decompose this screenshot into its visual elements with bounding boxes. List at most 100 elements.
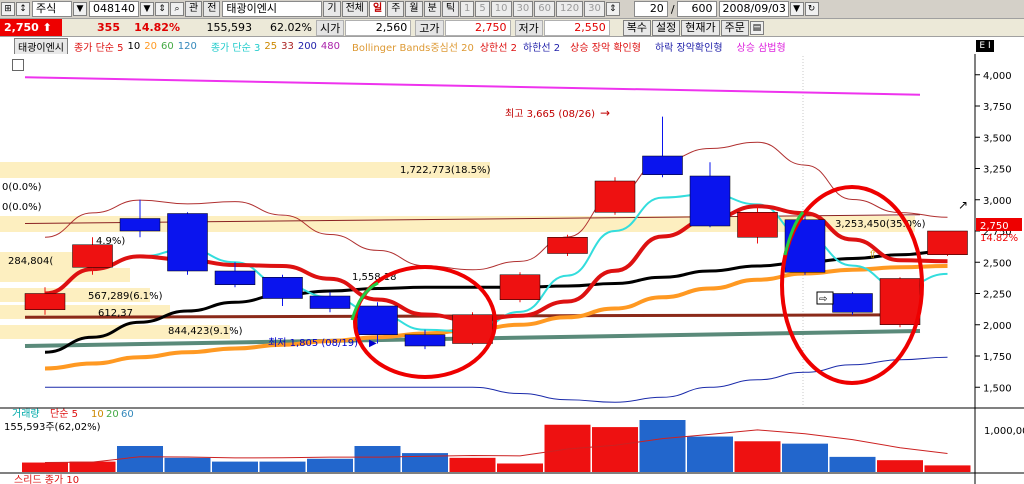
open-value: 2,560 [345,19,412,36]
grid-icon[interactable]: ⊞ [1,2,15,16]
legend-rise-confirm[interactable]: 상승 장악 확인형 [570,39,641,54]
volume-pct: 62.02% [270,21,312,34]
layout-icon[interactable]: ▤ [749,20,764,35]
legend-ma120[interactable]: 120 [178,41,197,52]
slash: / [670,2,675,16]
legend-ma20[interactable]: 20 [144,41,157,52]
price-tick-label: 2,000 [983,321,1012,332]
volume-legend-20[interactable]: 20 [106,409,119,420]
low-annotation: 최저 1,805 (08/19) [268,337,358,349]
total-button[interactable]: 전체 [341,1,369,17]
stock-code-input[interactable]: 048140 [89,1,139,17]
volume-legend-name[interactable]: 거래량 [12,408,40,420]
market-select[interactable]: 주식 [32,1,72,17]
legend-ma25[interactable]: 25 [264,41,277,52]
minute-1[interactable]: 1 [460,1,475,17]
chart-button[interactable]: 관 [185,1,203,17]
minute-30[interactable]: 30 [512,1,534,17]
candle-body [119,218,161,232]
price-tick-label: 3,750 [983,102,1012,113]
legend-lower[interactable]: 하한선 2 [523,39,560,54]
volume-bar [639,420,686,472]
legend-ma33[interactable]: 33 [281,41,294,52]
volume-bar [259,461,306,472]
pct-tag-label: 14.82% [980,233,1018,244]
zero-label: 0(0.0%) [2,182,42,193]
calendar-dropdown-icon[interactable]: ▼ [789,2,804,16]
legend-bollinger[interactable]: Bollinger Bands중심선 20 [352,39,474,54]
legend-ma60[interactable]: 60 [161,41,174,52]
candle-body [72,244,113,268]
volume-bar [69,461,116,472]
candle-body [879,278,921,325]
minute-5[interactable]: 5 [475,1,490,17]
volume-bar [164,457,211,472]
legend-rise-three[interactable]: 상승 삼법형 [737,39,786,54]
count-input[interactable]: 20 [633,1,668,17]
legend-ma10[interactable]: 10 [128,41,141,52]
zero-label: 0(0.0%) [2,202,42,213]
legend-stock-name[interactable]: 태광이엔시 [14,38,68,54]
settings-button[interactable]: 설정 [652,19,681,36]
price-chart[interactable]: 1,500 1,750 2,000 2,250 2,500 2,750 3,000 3,250… [0,54,1024,484]
candle-body [357,305,398,335]
spin-icon[interactable]: ⇕ [155,2,169,16]
volume-bar [449,457,496,472]
current-price-value: 2,750 [4,21,39,34]
period-week-tab[interactable]: 주 [387,1,405,17]
high-annotation: 최고 3,665 (08/26) [505,108,595,120]
volume-legend-ma[interactable]: 단순 5 [50,408,78,420]
minute-120[interactable]: 120 [555,1,584,17]
candle-body [642,155,683,175]
legend-fall-confirm[interactable]: 하락 장악확인형 [655,39,723,54]
legend-ma200[interactable]: 200 [298,41,317,52]
legend-ma480[interactable]: 480 [321,41,340,52]
volume-bar [592,427,638,472]
legend-ma3[interactable]: 종가 단순 3 [211,39,261,54]
order-button[interactable]: 주문 [720,19,749,36]
candle-body [832,293,873,313]
period-key-button[interactable]: 기 [323,1,341,17]
volume-bar [687,436,733,472]
volume-bar [22,462,68,472]
volume-legend-10[interactable]: 10 [91,409,104,420]
period-minute-tab[interactable]: 분 [423,1,441,17]
up-arrow-icon: ⬆ [42,21,52,34]
current-price-button[interactable]: 현재가 [681,19,720,36]
low-value: 2,550 [543,19,610,36]
search-icon[interactable]: ⌕ [170,2,184,16]
minute-60[interactable]: 60 [534,1,555,17]
candle-body [547,237,588,254]
period-tick-tab[interactable]: 틱 [441,1,460,17]
volume-value-label: 155,593주(62,02%) [4,422,101,433]
volume-bar [497,463,543,472]
dropdown-icon[interactable]: ▼ [140,2,154,16]
volume-profile-label: 3,253,450(35.0%) [835,219,926,230]
stock-name-field[interactable]: 태광이엔시 [222,1,323,17]
minute-custom[interactable]: 30 [584,1,605,17]
volume-bar [782,443,828,472]
volume-profile-label: 844,423(9.1%) [168,326,243,337]
spin-icon[interactable]: ⇕ [605,2,620,16]
open-label: 시가 [316,19,345,36]
date-input[interactable]: 2008/09/03 [718,1,789,17]
candle-body [214,270,256,285]
legend-ma5[interactable]: 종가 단순 5 [74,39,124,54]
dropdown-icon[interactable]: ▼ [73,2,87,16]
main-toolbar: ⊞ ↕ 주식 ▼ 048140 ▼ ⇕ ⌕ 관 전 태광이엔시 기 전체 일 주… [0,0,1024,19]
volume-profile-box [0,268,130,282]
next-panel-label[interactable]: 스리드 종가 10 [14,474,79,484]
period-month-tab[interactable]: 월 [405,1,423,17]
legend-upper[interactable]: 상한선 2 [480,39,517,54]
up-arrow-icon: ⇧ [868,248,877,261]
minute-10[interactable]: 10 [490,1,512,17]
period-day-tab[interactable]: 일 [369,1,387,17]
refresh-icon[interactable]: ↻ [804,2,819,16]
all-button[interactable]: 전 [203,1,221,17]
volume-legend-60[interactable]: 60 [121,409,134,420]
multi-button[interactable]: 복수 [622,19,651,36]
sort-icon[interactable]: ↕ [16,2,30,16]
candle-body [452,314,493,344]
indicator-legend: 태광이엔시 종가 단순 5 10 20 60 120 종가 단순 3 25 33… [0,38,975,54]
panel-tag[interactable]: E I [976,40,994,52]
